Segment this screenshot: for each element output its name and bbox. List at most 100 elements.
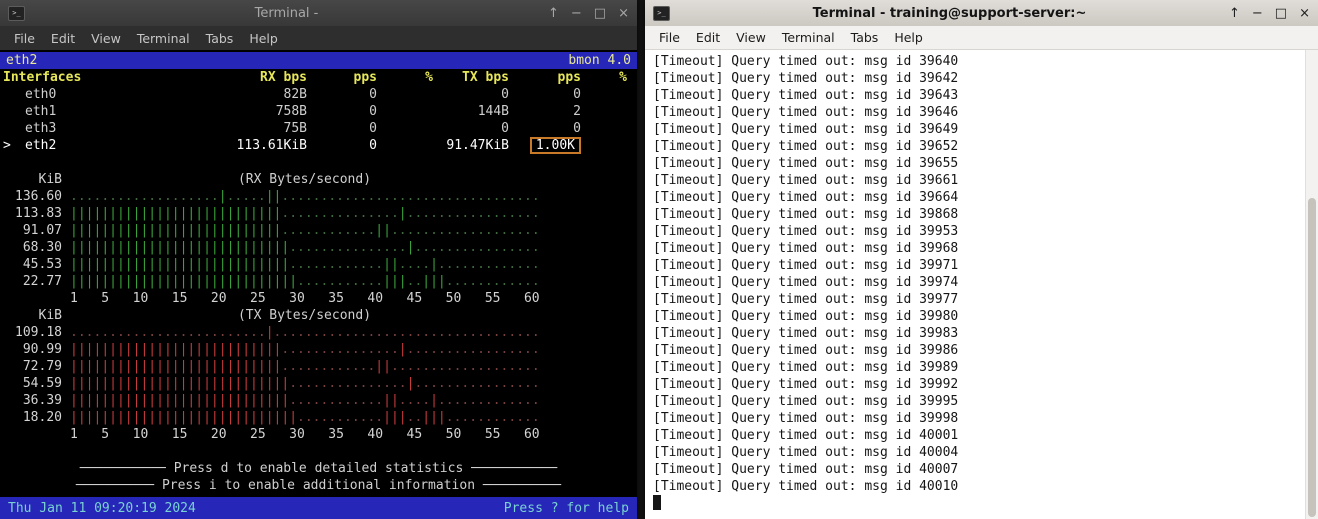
maximize-icon[interactable]: □ — [1275, 6, 1287, 21]
col-tx-pct: % — [581, 69, 627, 86]
prompt-line — [653, 495, 1302, 512]
interface-name: eth2 — [15, 137, 229, 154]
tx-pct-value — [581, 103, 627, 120]
right-window-title: Terminal - training@support-server:~ — [678, 6, 1221, 21]
menu-help[interactable]: Help — [241, 29, 286, 48]
rx-pps-value: 0 — [307, 86, 377, 103]
close-icon[interactable]: × — [1299, 6, 1310, 21]
menu-file[interactable]: File — [651, 28, 688, 47]
interface-name: eth0 — [15, 86, 229, 103]
tx-bps-value: 144B — [433, 103, 509, 120]
maximize-icon[interactable]: □ — [594, 6, 606, 21]
interface-row-eth0[interactable]: eth0 82B 0 0 0 — [3, 86, 634, 103]
tx-bars: ||||||||||||||||||||||||||||............… — [70, 392, 539, 409]
interface-row-eth2-selected[interactable]: > eth2 113.61KiB 0 91.47KiB 1.00K — [3, 137, 634, 154]
statusbar-datetime: Thu Jan 11 09:20:19 2024 — [8, 500, 196, 517]
y-tick: 136.60 — [0, 188, 62, 205]
tx-graph-row: 54.59||||||||||||||||||||||||||||.......… — [0, 375, 637, 392]
terminal-line: [Timeout] Query timed out: msg id 40007 — [653, 461, 1302, 478]
menu-tabs[interactable]: Tabs — [843, 28, 887, 47]
rx-graph-unit: KiB — [0, 171, 62, 188]
menu-tabs[interactable]: Tabs — [198, 29, 242, 48]
shade-icon[interactable]: ↑ — [548, 6, 559, 21]
interface-table: Interfaces RX bps pps % TX bps pps % eth… — [0, 69, 637, 154]
tx-bars: ||||||||||||||||||||||||||||............… — [70, 375, 539, 392]
rx-graph-row: 45.53||||||||||||||||||||||||||||.......… — [0, 256, 637, 273]
rx-pct-value — [377, 120, 433, 137]
tx-bps-value: 91.47KiB — [433, 137, 509, 154]
rx-graph-row: 22.77|||||||||||||||||||||||||||||......… — [0, 273, 637, 290]
menu-edit[interactable]: Edit — [43, 29, 83, 48]
terminal-cursor — [653, 495, 661, 510]
rx-pct-value — [377, 137, 433, 154]
x-axis-ticks: 1 5 10 15 20 25 30 35 40 45 50 55 60 — [70, 426, 539, 443]
minimize-icon[interactable]: − — [1252, 6, 1263, 21]
tx-bars: .........................|..............… — [70, 324, 539, 341]
tx-bps-value: 0 — [433, 86, 509, 103]
minimize-icon[interactable]: − — [571, 6, 582, 21]
tx-graph-axis: 1 5 10 15 20 25 30 35 40 45 50 55 60 — [0, 426, 637, 443]
terminal-line: [Timeout] Query timed out: msg id 39974 — [653, 274, 1302, 291]
tx-bars: |||||||||||||||||||||||||||||...........… — [70, 409, 539, 426]
rx-bps-value: 758B — [229, 103, 307, 120]
rx-bars: ...................|.....||.............… — [70, 188, 539, 205]
bmon-statusbar: Thu Jan 11 09:20:19 2024 Press ? for hel… — [0, 497, 637, 519]
rx-bars: ||||||||||||||||||||||||||||............… — [70, 256, 539, 273]
rx-graph-axis: 1 5 10 15 20 25 30 35 40 45 50 55 60 — [0, 290, 637, 307]
menu-terminal[interactable]: Terminal — [129, 29, 198, 48]
tx-bars: |||||||||||||||||||||||||||............|… — [70, 358, 539, 375]
terminal-line: [Timeout] Query timed out: msg id 40010 — [653, 478, 1302, 495]
tx-graph-row: 109.18 .........................|........… — [0, 324, 637, 341]
col-interfaces: Interfaces — [3, 69, 229, 86]
terminal-app-icon: >_ — [653, 6, 670, 21]
menu-terminal[interactable]: Terminal — [774, 28, 843, 47]
bmon-version: bmon 4.0 — [568, 52, 631, 69]
terminal-line: [Timeout] Query timed out: msg id 39661 — [653, 172, 1302, 189]
rx-graph-row: 91.07 |||||||||||||||||||||||||||........… — [0, 222, 637, 239]
tx-bars: |||||||||||||||||||||||||||.............… — [70, 341, 539, 358]
terminal-line: [Timeout] Query timed out: msg id 40001 — [653, 427, 1302, 444]
menu-view[interactable]: View — [728, 28, 774, 47]
y-tick: 91.07 — [0, 222, 62, 239]
tx-pct-value — [581, 120, 627, 137]
interface-name: eth1 — [15, 103, 229, 120]
log-terminal-screen[interactable]: [Timeout] Query timed out: msg id 39640[… — [645, 50, 1318, 519]
tx-graph-row: 72.79|||||||||||||||||||||||||||........… — [0, 358, 637, 375]
row-marker — [3, 103, 15, 120]
terminal-line: [Timeout] Query timed out: msg id 39642 — [653, 70, 1302, 87]
menu-file[interactable]: File — [6, 29, 43, 48]
rx-pps-value: 0 — [307, 103, 377, 120]
col-rx-pct: % — [377, 69, 433, 86]
left-window-controls: ↑ − □ × — [548, 6, 629, 21]
terminal-line: [Timeout] Query timed out: msg id 39868 — [653, 206, 1302, 223]
terminal-line: [Timeout] Query timed out: msg id 39977 — [653, 291, 1302, 308]
terminal-line: [Timeout] Query timed out: msg id 39986 — [653, 342, 1302, 359]
interface-row-eth3[interactable]: eth3 75B 0 0 0 — [3, 120, 634, 137]
y-tick: 109.18 — [0, 324, 62, 341]
x-axis-ticks: 1 5 10 15 20 25 30 35 40 45 50 55 60 — [70, 290, 539, 307]
close-icon[interactable]: × — [618, 6, 629, 21]
y-tick: 36.39 — [0, 392, 62, 409]
left-titlebar[interactable]: >_ Terminal - ↑ − □ × — [0, 0, 637, 26]
scrollbar-thumb[interactable] — [1308, 198, 1316, 517]
help-hint-additional: ────────── Press i to enable additional … — [0, 477, 637, 494]
terminal-line: [Timeout] Query timed out: msg id 39980 — [653, 308, 1302, 325]
terminal-line: [Timeout] Query timed out: msg id 39640 — [653, 53, 1302, 70]
right-window-controls: ↑ − □ × — [1229, 6, 1310, 21]
scrollbar[interactable] — [1305, 50, 1318, 519]
menu-edit[interactable]: Edit — [688, 28, 728, 47]
interface-row-eth1[interactable]: eth1 758B 0 144B 2 — [3, 103, 634, 120]
menu-help[interactable]: Help — [886, 28, 931, 47]
right-titlebar[interactable]: >_ Terminal - training@support-server:~ … — [645, 0, 1318, 26]
tx-graph-row: 36.39 ||||||||||||||||||||||||||||.......… — [0, 392, 637, 409]
tx-graph-row: 90.99|||||||||||||||||||||||||||........… — [0, 341, 637, 358]
menu-view[interactable]: View — [83, 29, 129, 48]
bmon-screen[interactable]: eth2 bmon 4.0 Interfaces RX bps pps % TX… — [0, 50, 637, 519]
terminal-line: [Timeout] Query timed out: msg id 39649 — [653, 121, 1302, 138]
left-menubar: File Edit View Terminal Tabs Help — [0, 26, 637, 50]
shade-icon[interactable]: ↑ — [1229, 6, 1240, 21]
y-tick: 18.20 — [0, 409, 62, 426]
rx-bars: |||||||||||||||||||||||||||............|… — [70, 222, 539, 239]
terminal-line: [Timeout] Query timed out: msg id 39989 — [653, 359, 1302, 376]
y-tick: 22.77 — [0, 273, 62, 290]
